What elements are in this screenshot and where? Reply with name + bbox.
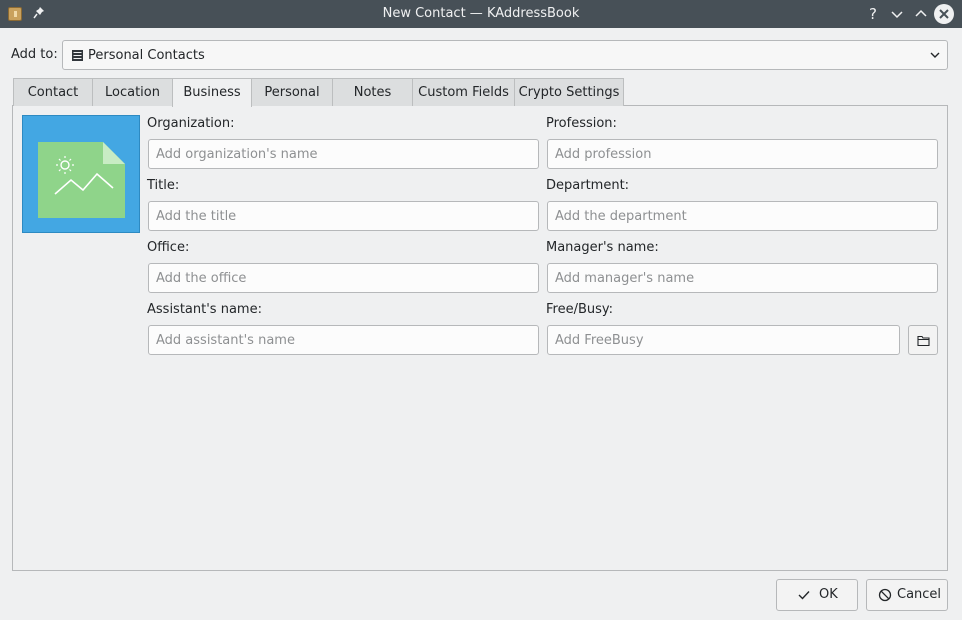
assistant-input[interactable] [148,325,539,355]
tab-contact[interactable]: Contact [13,78,93,106]
chevron-down-icon [929,49,941,61]
profession-label: Profession: [546,116,617,131]
tab-personal[interactable]: Personal [251,78,333,106]
tab-custom-fields[interactable]: Custom Fields [412,78,515,106]
addressbook-select[interactable]: Personal Contacts [62,40,948,70]
window-title: New Contact — KAddressBook [382,6,580,21]
tab-notes[interactable]: Notes [332,78,413,106]
freebusy-input[interactable] [547,325,900,355]
checkmark-icon [797,588,811,602]
cancel-icon [878,588,892,602]
title-label: Title: [147,178,180,193]
office-label: Office: [147,240,190,255]
maximize-button[interactable] [911,4,931,24]
folder-icon [917,335,930,347]
organization-label: Organization: [147,116,235,131]
addressbook-icon [72,50,83,61]
cancel-button-label: Cancel [897,587,942,602]
manager-label: Manager's name: [546,240,659,255]
title-bar[interactable]: New Contact — KAddressBook ? [0,0,962,28]
cancel-button[interactable]: Cancel [866,579,948,611]
addressbook-select-value: Personal Contacts [88,48,205,63]
assistant-label: Assistant's name: [147,302,262,317]
freebusy-browse-button[interactable] [908,325,938,355]
department-input[interactable] [547,201,938,231]
tab-crypto-settings[interactable]: Crypto Settings [514,78,624,106]
close-icon [939,9,949,19]
organization-input[interactable] [148,139,539,169]
profession-input[interactable] [547,139,938,169]
manager-input[interactable] [547,263,938,293]
title-input[interactable] [148,201,539,231]
department-label: Department: [546,178,630,193]
ok-button-label: OK [819,587,838,602]
tab-location[interactable]: Location [92,78,173,106]
tab-business[interactable]: Business [172,78,252,107]
image-placeholder-icon [38,142,125,218]
minimize-button[interactable] [887,4,907,24]
contact-photo[interactable] [22,115,140,233]
close-button[interactable] [934,4,954,24]
freebusy-label: Free/Busy: [546,302,614,317]
addto-label: Add to: [11,47,58,62]
office-input[interactable] [148,263,539,293]
ok-button[interactable]: OK [776,579,858,611]
help-button[interactable]: ? [863,4,883,24]
